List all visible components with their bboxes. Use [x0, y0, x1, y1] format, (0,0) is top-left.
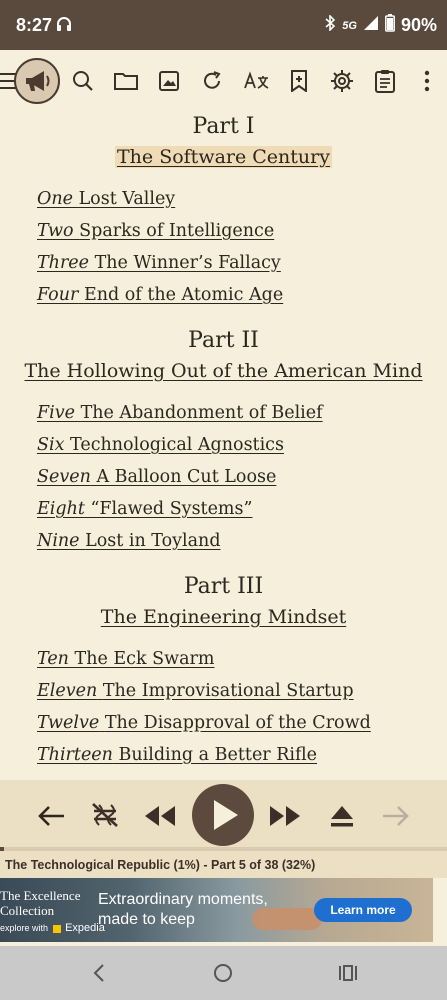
chapter-number: Twelve	[37, 713, 100, 733]
rewind-icon[interactable]	[141, 800, 179, 832]
ad-cta-button[interactable]: Learn more	[314, 898, 412, 922]
network-type: 5G	[342, 19, 357, 32]
book-progress-bar[interactable]	[0, 847, 447, 851]
search-icon[interactable]	[63, 61, 103, 101]
chapter-number: Seven	[37, 467, 91, 487]
chapter-link[interactable]: Eight “Flawed Systems”	[37, 499, 252, 519]
refresh-icon[interactable]	[192, 61, 232, 101]
chapter-name: Lost in Toyland	[85, 531, 221, 551]
chapter-name: Technological Agnostics	[70, 435, 284, 455]
chapter-link[interactable]: Nine Lost in Toyland	[37, 531, 221, 551]
book-info: The Technological Republic (1%) - Part 5…	[0, 852, 447, 878]
sleep-timer-off-icon[interactable]	[86, 796, 124, 834]
chapter-name: The Winner’s Fallacy	[94, 253, 281, 273]
fast-forward-icon[interactable]	[266, 800, 304, 832]
ad-brand: The Excellence Collection	[0, 888, 80, 918]
part-title: Part II	[188, 328, 259, 353]
chapter-number: Four	[37, 285, 79, 305]
forward-arrow-icon[interactable]	[377, 798, 413, 834]
chapter-name: “Flawed Systems”	[90, 499, 253, 519]
bookmark-add-icon[interactable]	[279, 61, 319, 101]
chapter-name: The Abandonment of Belief	[80, 403, 323, 423]
bluetooth-icon	[324, 14, 336, 36]
folder-icon[interactable]	[106, 61, 146, 101]
ad-headline: Extraordinary moments, made to keep	[98, 890, 268, 930]
chapter-number: Five	[37, 403, 75, 423]
part-subtitle-text: The Engineering Mindset	[100, 606, 347, 628]
part-title: Part III	[183, 574, 264, 599]
ad-headline-line2: made to keep	[98, 911, 195, 928]
chapter-link[interactable]: Six Technological Agnostics	[37, 435, 284, 455]
chapter-number: Ten	[37, 649, 69, 669]
ad-partner-prefix: explore with	[0, 923, 49, 933]
headphones-icon	[56, 16, 72, 37]
part-title: Part I	[192, 114, 255, 139]
chapter-link[interactable]: One Lost Valley	[37, 189, 175, 209]
chapter-link[interactable]: Three The Winner’s Fallacy	[37, 253, 281, 273]
nav-home-icon[interactable]	[208, 958, 238, 988]
image-icon[interactable]	[149, 61, 189, 101]
chapter-name: The Improvisational Startup	[102, 681, 354, 701]
part-subtitle-link[interactable]: The Software Century	[0, 146, 447, 168]
table-of-contents: Part I The Software Century One Lost Val…	[0, 112, 447, 780]
chapter-link[interactable]: Ten The Eck Swarm	[37, 649, 215, 669]
chapter-link[interactable]: Five The Abandonment of Belief	[37, 403, 323, 423]
clipboard-icon[interactable]	[365, 61, 405, 101]
chapter-name: Building a Better Rifle	[118, 745, 318, 765]
megaphone-logo-icon[interactable]	[14, 58, 60, 104]
eject-icon[interactable]	[324, 798, 360, 834]
ad-partner: explore with Expedia	[0, 922, 105, 934]
chapter-number: Three	[37, 253, 90, 273]
more-vert-icon[interactable]	[407, 61, 447, 101]
chapter-link[interactable]: Twelve The Disapproval of the Crowd	[37, 713, 371, 733]
part-subtitle-link[interactable]: The Engineering Mindset	[0, 606, 447, 628]
chapter-number: Thirteen	[37, 745, 113, 765]
nav-back-icon[interactable]	[84, 958, 114, 988]
chapter-name: The Disapproval of the Crowd	[104, 713, 371, 733]
system-nav-bar	[0, 946, 447, 1000]
chapter-number: Six	[37, 435, 65, 455]
status-bar: 8:27 5G 90%	[0, 0, 447, 50]
chapter-link[interactable]: Thirteen Building a Better Rifle	[37, 745, 317, 765]
chapter-name: A Balloon Cut Loose	[96, 467, 277, 487]
status-time: 8:27	[16, 15, 53, 35]
book-progress-fill	[0, 847, 5, 851]
play-button[interactable]	[192, 784, 254, 846]
chapter-link[interactable]: Seven A Balloon Cut Loose	[37, 467, 276, 487]
signal-icon	[363, 15, 379, 36]
back-arrow-icon[interactable]	[34, 798, 70, 834]
nav-recents-icon[interactable]	[333, 958, 363, 988]
ad-banner[interactable]: The Excellence Collection explore with E…	[0, 878, 433, 942]
chapter-number: Eight	[37, 499, 85, 519]
ad-headline-line1: Extraordinary moments,	[98, 891, 268, 908]
chapter-name: Sparks of Intelligence	[79, 221, 275, 241]
battery-percent: 90%	[400, 15, 437, 35]
chapter-number: Eleven	[37, 681, 98, 701]
chapter-link[interactable]: Two Sparks of Intelligence	[37, 221, 274, 241]
translate-icon[interactable]	[236, 61, 276, 101]
chapter-link[interactable]: Four End of the Atomic Age	[37, 285, 283, 305]
expedia-logo-icon	[52, 924, 61, 933]
ad-brand-line2: Collection	[0, 903, 55, 918]
chapter-name: Lost Valley	[78, 189, 176, 209]
chapter-number: One	[37, 189, 73, 209]
audio-player-controls	[0, 780, 447, 852]
chapter-number: Nine	[37, 531, 80, 551]
part-subtitle-link[interactable]: The Hollowing Out of the American Mind	[0, 360, 447, 382]
part-subtitle-text: The Hollowing Out of the American Mind	[24, 360, 423, 382]
part-subtitle-text: The Software Century	[115, 146, 332, 168]
settings-icon[interactable]	[322, 61, 362, 101]
chapter-number: Two	[37, 221, 74, 241]
chapter-link[interactable]: Eleven The Improvisational Startup	[37, 681, 354, 701]
chapter-name: The Eck Swarm	[74, 649, 215, 669]
reader-toolbar	[0, 50, 447, 112]
battery-icon	[385, 14, 395, 37]
ad-brand-line1: The Excellence	[0, 888, 81, 903]
chapter-name: End of the Atomic Age	[83, 285, 284, 305]
